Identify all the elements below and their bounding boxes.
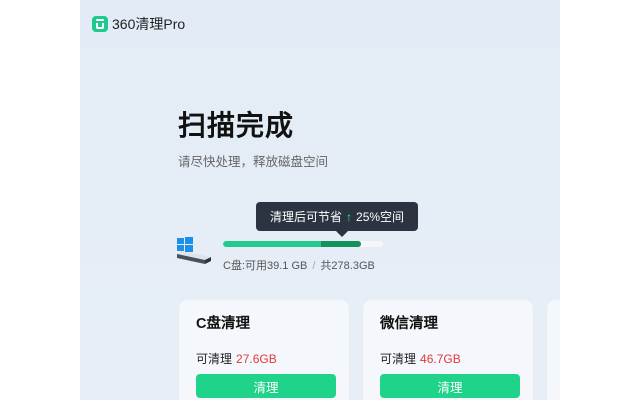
app-window: 360清理Pro 扫描完成 请尽快处理，释放磁盘空间 清理后可节省 ↑ 25%空…	[80, 0, 560, 400]
disk-total: 共278.3GB	[320, 260, 375, 272]
card-size-label: 可清理	[196, 352, 233, 366]
card-partial	[547, 300, 560, 400]
up-arrow-icon: ↑	[346, 209, 353, 224]
clean-wechat-button[interactable]: 清理	[380, 374, 520, 398]
card-title: 微信清理	[380, 316, 438, 332]
disk-info: C盘:可用39.1 GB / 共278.3GB	[223, 257, 375, 273]
app-name: 360清理Pro	[112, 16, 186, 32]
tooltip-prefix: 清理后可节省	[270, 210, 343, 224]
disk-savable-fill	[320, 241, 361, 247]
card-size-value: 46.7GB	[420, 352, 461, 366]
page-title: 扫描完成	[178, 110, 295, 141]
windows-drive-icon	[177, 237, 211, 264]
disk-separator: /	[312, 260, 316, 272]
disk-free: C盘:可用39.1 GB	[223, 260, 308, 272]
tooltip-value: 25%空间	[356, 210, 405, 224]
card-size: 可清理 46.7GB	[380, 350, 461, 367]
savings-tooltip: 清理后可节省 ↑ 25%空间	[256, 202, 419, 237]
card-title: C盘清理	[196, 316, 250, 332]
clean-c-drive-button[interactable]: 清理	[196, 374, 336, 398]
card-size-value: 27.6GB	[236, 352, 277, 366]
card-wechat-clean: 微信清理 可清理 46.7GB 清理	[363, 300, 533, 400]
card-c-drive-clean: C盘清理 可清理 27.6GB 清理	[179, 300, 349, 400]
broom-bin-icon	[92, 16, 108, 32]
card-size-label: 可清理	[380, 352, 417, 366]
app-brand: 360清理Pro	[92, 14, 185, 34]
card-size: 可清理 27.6GB	[196, 350, 277, 367]
page-subtitle: 请尽快处理，释放磁盘空间	[178, 155, 329, 169]
disk-usage-bar	[223, 241, 383, 247]
